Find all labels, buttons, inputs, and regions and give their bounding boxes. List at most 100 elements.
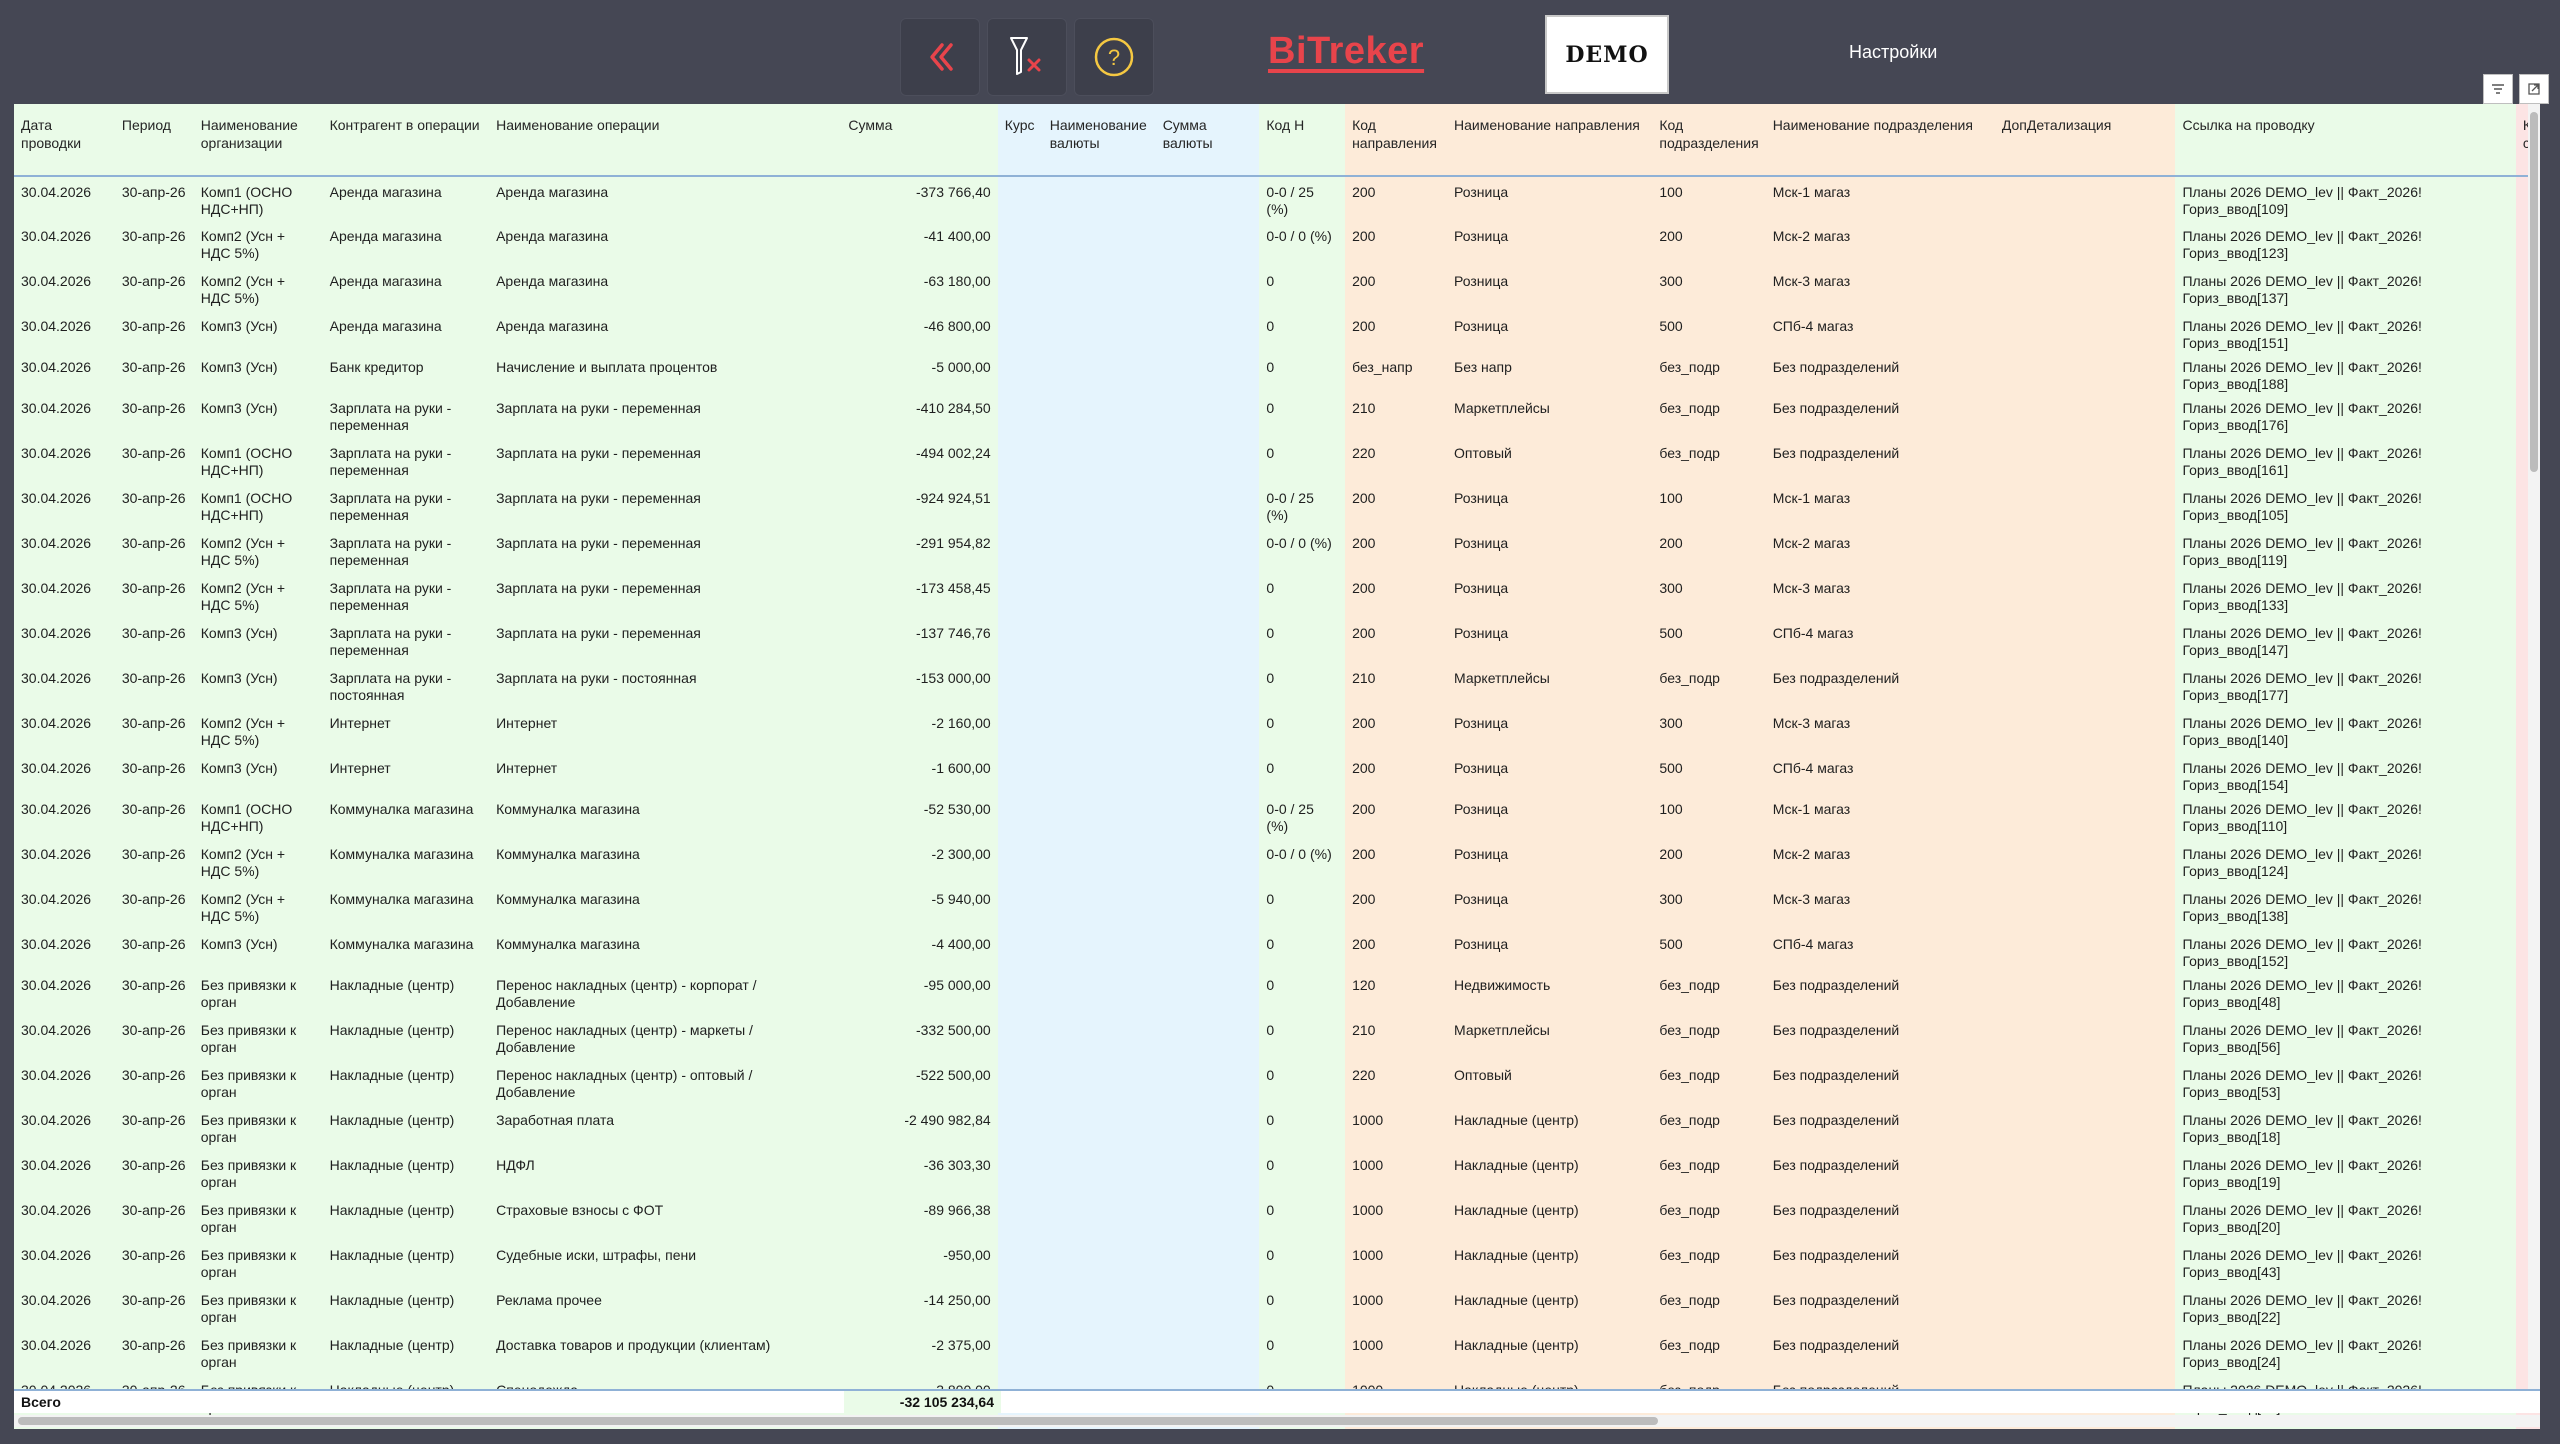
table-cell (1994, 266, 2176, 311)
clear-filters-button[interactable] (987, 18, 1067, 96)
table-cell: 200 (1345, 839, 1448, 884)
column-header[interactable]: Курс (997, 104, 1043, 177)
table-cell: Аренда магазина (322, 311, 490, 352)
table-cell: 30.04.2026 (14, 483, 115, 528)
table-row[interactable]: 30.04.2026 30-апр-26 Комп3 (Усн) Аренда маг… (14, 311, 2540, 352)
horizontal-scroll-thumb[interactable] (18, 1417, 1658, 1425)
table-row[interactable]: 30.04.2026 30-апр-26 Комп1 (ОСНО НДС+НП) Ко… (14, 794, 2540, 839)
table-cell: -89 966,38 (841, 1195, 998, 1240)
column-header[interactable]: Ссылка на проводку (2175, 104, 2516, 177)
table-cell: 30.04.2026 (14, 221, 115, 266)
table-cell (1042, 438, 1156, 483)
column-header[interactable]: Наименование подразделения (1765, 104, 1995, 177)
table-row[interactable]: 30.04.2026 30-апр-26 Комп1 (ОСНО НДС+НП) Ар… (14, 176, 2540, 221)
table-cell: 100 (1652, 176, 1766, 221)
table-row[interactable]: 30.04.202630-апр-26Без привязки к органН… (14, 1285, 2540, 1330)
table-row[interactable]: 30.04.2026 30-апр-26 Комп2 (Усн + НДС 5%) З… (14, 573, 2540, 618)
vertical-scroll-thumb[interactable] (2530, 112, 2538, 472)
table-row[interactable]: 30.04.2026 30-апр-26 Комп2 (Усн + НДС 5%) К… (14, 884, 2540, 929)
column-header[interactable]: Сумма (841, 104, 998, 177)
table-cell: Без привязки к орган (193, 1285, 323, 1330)
help-icon: ? (1094, 37, 1134, 77)
table-row[interactable]: 30.04.202630-апр-26Без привязки к органН… (14, 1195, 2540, 1240)
column-header[interactable]: Код направления (1345, 104, 1448, 177)
table-cell: -52 530,00 (841, 794, 998, 839)
table-cell: Без привязки к орган (193, 1150, 323, 1195)
table-cell: Комп2 (Усн + НДС 5%) (193, 528, 323, 573)
table-cell: Розница (1447, 176, 1653, 221)
table-row[interactable]: 30.04.202630-апр-26Без привязки к органН… (14, 1240, 2540, 1285)
settings-link[interactable]: Настройки (1849, 42, 1937, 63)
table-row[interactable]: 30.04.202630-апр-26Без привязки к органН… (14, 1105, 2540, 1150)
header-row: Дата проводки Период Наименование организа… (14, 104, 2540, 177)
column-header[interactable]: Контрагент в операции (322, 104, 490, 177)
table-cell: 30.04.2026 (14, 618, 115, 663)
table-cell: Планы 2026 DEMO_lev || Факт_2026!Гориз_в… (2175, 1195, 2516, 1240)
column-header[interactable]: Сумма валюты (1155, 104, 1260, 177)
table-cell (1155, 884, 1260, 929)
table-cell: Зарплата на руки - переменная (322, 573, 490, 618)
table-cell: -2 300,00 (841, 839, 998, 884)
column-header[interactable]: Наименование валюты (1042, 104, 1156, 177)
focus-mode-button[interactable] (2519, 74, 2549, 104)
table-cell: 30-апр-26 (114, 618, 194, 663)
table-row[interactable]: 30.04.202630-апр-26Без привязки к органН… (14, 1060, 2540, 1105)
column-header[interactable]: Наименование операции (489, 104, 842, 177)
help-button[interactable]: ? (1074, 18, 1154, 96)
table-row[interactable]: 30.04.2026 30-апр-26 Комп2 (Усн + НДС 5%) А… (14, 221, 2540, 266)
filter-button[interactable] (2483, 74, 2513, 104)
table-cell (1994, 663, 2176, 708)
column-header[interactable]: Код Н (1259, 104, 1346, 177)
table-row[interactable]: 30.04.2026 30-апр-26 Комп3 (Усн) Коммуналка… (14, 929, 2540, 970)
table-row[interactable]: 30.04.2026 30-апр-26 Комп3 (Усн) Зарплата н… (14, 663, 2540, 708)
table-row[interactable]: 30.04.2026 30-апр-26 Комп2 (Усн + НДС 5%) З… (14, 528, 2540, 573)
table-cell: Планы 2026 DEMO_lev || Факт_2026!Гориз_в… (2175, 839, 2516, 884)
table-cell (997, 708, 1043, 753)
filter-icon (2492, 84, 2504, 94)
table-cell (997, 1195, 1043, 1240)
table-cell (1994, 1195, 2176, 1240)
table-cell (1042, 839, 1156, 884)
table-row[interactable]: 30.04.202630-апр-26Без привязки к органН… (14, 1330, 2540, 1375)
table-row[interactable]: 30.04.202630-апр-26Без привязки к органН… (14, 970, 2540, 1015)
table-row[interactable]: 30.04.2026 30-апр-26 Комп1 (ОСНО НДС+НП) За… (14, 483, 2540, 528)
table-cell: Зарплата на руки - переменная (489, 618, 842, 663)
table-cell: Коммуналка магазина (322, 929, 490, 970)
table-row[interactable]: 30.04.2026 30-апр-26 Комп3 (Усн) Зарплата н… (14, 618, 2540, 663)
back-button[interactable] (900, 18, 980, 96)
column-header[interactable]: Код подразделения (1652, 104, 1766, 177)
column-header[interactable]: Наименование направления (1447, 104, 1653, 177)
table-row[interactable]: 30.04.2026 30-апр-26 Комп3 (Усн) Интернет Ин… (14, 753, 2540, 794)
table-cell (1155, 1015, 1260, 1060)
column-header[interactable]: Наименование организации (193, 104, 323, 177)
table-cell: Без подразделений (1765, 663, 1995, 708)
table-cell (1994, 1285, 2176, 1330)
table-row[interactable]: 30.04.2026 30-апр-26 Комп2 (Усн + НДС 5%) И… (14, 708, 2540, 753)
table-cell (1994, 839, 2176, 884)
table-cell: -14 250,00 (841, 1285, 998, 1330)
table-cell: Планы 2026 DEMO_lev || Факт_2026!Гориз_в… (2175, 221, 2516, 266)
table-row[interactable]: 30.04.2026 30-апр-26 Комп2 (Усн + НДС 5%) К… (14, 839, 2540, 884)
column-header[interactable]: Период (114, 104, 194, 177)
svg-text:?: ? (1108, 45, 1120, 70)
table-cell: 200 (1345, 753, 1448, 794)
table-cell: Страховые взносы с ФОТ (489, 1195, 842, 1240)
focus-mode-icon (2528, 83, 2540, 95)
column-header[interactable]: Дата проводки (14, 104, 115, 177)
column-header[interactable]: ДопДетализация (1994, 104, 2176, 177)
table-row[interactable]: 30.04.202630-апр-26Без привязки к органН… (14, 1150, 2540, 1195)
table-row[interactable]: 30.04.202630-апр-26Без привязки к органН… (14, 1015, 2540, 1060)
table-cell: Маркетплейсы (1447, 663, 1653, 708)
table-cell: 0 (1259, 1150, 1346, 1195)
table-cell: -2 490 982,84 (841, 1105, 998, 1150)
table-cell (1155, 1195, 1260, 1240)
table-cell: Зарплата на руки - постоянная (489, 663, 842, 708)
table-cell (1042, 663, 1156, 708)
table-cell: 30.04.2026 (14, 311, 115, 352)
table-cell: НДФЛ (489, 1150, 842, 1195)
table-cell (1155, 839, 1260, 884)
table-row[interactable]: 30.04.2026 30-апр-26 Комп3 (Усн) Банк креди… (14, 352, 2540, 393)
table-row[interactable]: 30.04.2026 30-апр-26 Комп1 (ОСНО НДС+НП) За… (14, 438, 2540, 483)
table-row[interactable]: 30.04.2026 30-апр-26 Комп2 (Усн + НДС 5%) А… (14, 266, 2540, 311)
table-row[interactable]: 30.04.2026 30-апр-26 Комп3 (Усн) Зарплата н… (14, 393, 2540, 438)
